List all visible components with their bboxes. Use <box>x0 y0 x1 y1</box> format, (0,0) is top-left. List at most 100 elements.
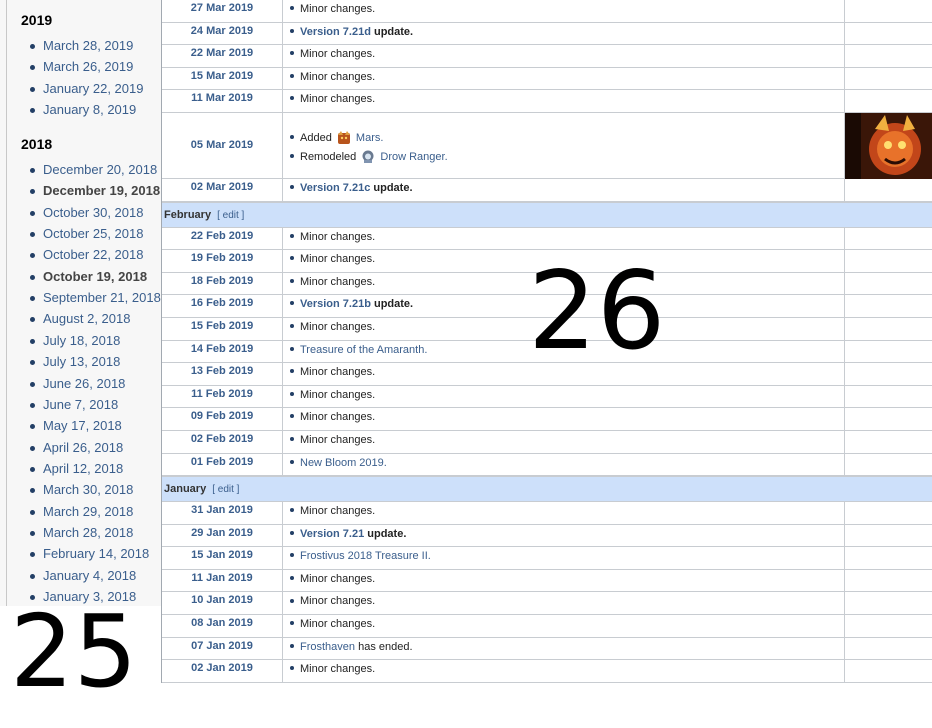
column-divider <box>844 250 845 272</box>
sidebar-date-link[interactable]: January 4, 2018 <box>30 568 136 584</box>
row-date-link[interactable]: 07 Jan 2019 <box>162 640 282 652</box>
row-description: Minor changes. <box>290 276 375 288</box>
row-date-link[interactable]: 08 Jan 2019 <box>162 617 282 629</box>
row-description: Minor changes. <box>290 434 375 446</box>
sidebar-date-link[interactable]: July 13, 2018 <box>30 354 120 370</box>
description-text: update. <box>364 527 407 540</box>
description-link[interactable]: New Bloom 2019. <box>300 457 387 469</box>
description-text: update. <box>370 181 413 194</box>
sidebar-date-link[interactable]: December 19, 2018 <box>30 183 160 199</box>
column-divider <box>282 22 283 45</box>
sidebar-date-link[interactable]: July 18, 2018 <box>30 333 120 349</box>
row-date-link[interactable]: 29 Jan 2019 <box>162 527 282 539</box>
description-link[interactable]: Version 7.21b <box>300 298 371 310</box>
description-link[interactable]: Version 7.21 <box>300 528 364 540</box>
bullet-icon <box>290 598 294 603</box>
row-date-link[interactable]: 09 Feb 2019 <box>162 410 282 422</box>
sidebar-date-link[interactable]: April 12, 2018 <box>30 461 123 477</box>
column-divider <box>844 547 845 569</box>
column-divider <box>844 295 845 317</box>
description-link[interactable]: Mars. <box>353 132 384 144</box>
row-date-link[interactable]: 11 Feb 2019 <box>162 388 282 400</box>
sidebar-date-link[interactable]: January 22, 2019 <box>30 81 143 97</box>
sidebar-date-link[interactable]: March 26, 2019 <box>30 59 133 75</box>
row-date-link[interactable]: 14 Feb 2019 <box>162 343 282 355</box>
month-header: January [ edit ] <box>162 476 932 503</box>
row-date-link[interactable]: 22 Feb 2019 <box>162 230 282 242</box>
bullet-icon <box>290 28 294 33</box>
row-description: Minor changes. <box>290 663 375 675</box>
row-date-link[interactable]: 15 Feb 2019 <box>162 320 282 332</box>
description-link[interactable]: Frostivus 2018 Treasure II. <box>300 550 431 562</box>
sidebar-date-link[interactable]: April 26, 2018 <box>30 440 123 456</box>
bullet-icon <box>290 153 294 158</box>
sidebar-date-link[interactable]: October 30, 2018 <box>30 205 143 221</box>
row-date-link[interactable]: 24 Mar 2019 <box>162 25 282 37</box>
description-text: Minor changes. <box>300 366 376 379</box>
row-date-link[interactable]: 02 Feb 2019 <box>162 433 282 445</box>
description-text: Minor changes. <box>300 275 376 288</box>
edit-section-link[interactable]: [ edit ] <box>217 210 244 221</box>
column-divider <box>844 317 845 340</box>
row-description: Frostivus 2018 Treasure II. <box>290 550 431 562</box>
row-date-link[interactable]: 11 Jan 2019 <box>162 572 282 584</box>
sidebar-date-link[interactable]: March 29, 2018 <box>30 504 133 520</box>
row-description: Minor changes. <box>290 573 375 585</box>
sidebar-date-link[interactable]: October 25, 2018 <box>30 226 143 242</box>
row-date-link[interactable]: 05 Mar 2019 <box>162 139 282 151</box>
row-date-link[interactable]: 15 Jan 2019 <box>162 549 282 561</box>
row-date-link[interactable]: 15 Mar 2019 <box>162 70 282 82</box>
sidebar-date-link[interactable]: March 30, 2018 <box>30 482 133 498</box>
description-link[interactable]: Version 7.21c <box>300 182 370 194</box>
row-date-link[interactable]: 27 Mar 2019 <box>162 2 282 14</box>
column-divider <box>282 0 283 22</box>
description-text: Minor changes. <box>300 93 376 106</box>
description-link[interactable]: Drow Ranger. <box>377 151 447 163</box>
sidebar-date-link[interactable]: June 7, 2018 <box>30 397 118 413</box>
column-divider <box>282 295 283 317</box>
column-divider <box>282 250 283 272</box>
column-divider <box>844 592 845 615</box>
sidebar-date-link[interactable]: March 28, 2018 <box>30 525 133 541</box>
sidebar-date-label: December 19, 2018 <box>43 183 161 199</box>
description-link[interactable]: Treasure of the Amaranth. <box>300 344 427 356</box>
row-date-link[interactable]: 11 Mar 2019 <box>162 92 282 104</box>
bullet-icon <box>290 414 294 419</box>
drow-ranger-icon[interactable] <box>361 150 375 164</box>
row-date-link[interactable]: 16 Feb 2019 <box>162 297 282 309</box>
sidebar-date-link[interactable]: December 20, 2018 <box>30 162 157 178</box>
column-divider <box>282 112 283 178</box>
row-date-link[interactable]: 19 Feb 2019 <box>162 252 282 264</box>
edit-section-link[interactable]: [ edit ] <box>212 484 239 495</box>
changelog-row: 02 Mar 2019 Version 7.21c update. <box>162 178 932 202</box>
description-text: update. <box>370 25 414 38</box>
sidebar-date-link[interactable]: March 28, 2019 <box>30 38 133 54</box>
description-text: Remodeled <box>300 150 360 163</box>
sidebar-date-link[interactable]: January 8, 2019 <box>30 102 136 118</box>
sidebar-date-link[interactable]: February 14, 2018 <box>30 546 149 562</box>
column-divider <box>844 408 845 430</box>
description-link[interactable]: Version 7.21d <box>300 26 371 38</box>
description-link[interactable]: Frosthaven <box>300 641 355 653</box>
row-date-link[interactable]: 18 Feb 2019 <box>162 275 282 287</box>
sidebar-date-label: January 22, 2019 <box>43 80 144 96</box>
bullet-icon <box>290 185 294 190</box>
sidebar-date-link[interactable]: October 19, 2018 <box>30 269 147 285</box>
sidebar-date-link[interactable]: May 17, 2018 <box>30 418 122 434</box>
column-divider <box>282 408 283 430</box>
row-date-link[interactable]: 22 Mar 2019 <box>162 47 282 59</box>
sidebar-date-label: April 12, 2018 <box>43 460 124 476</box>
column-divider <box>282 502 283 524</box>
sidebar-date-link[interactable]: August 2, 2018 <box>30 311 130 327</box>
row-date-link[interactable]: 31 Jan 2019 <box>162 504 282 516</box>
sidebar-date-link[interactable]: June 26, 2018 <box>30 376 125 392</box>
sidebar-date-link[interactable]: October 22, 2018 <box>30 247 143 263</box>
row-date-link[interactable]: 10 Jan 2019 <box>162 594 282 606</box>
row-date-link[interactable]: 13 Feb 2019 <box>162 365 282 377</box>
sidebar-date-link[interactable]: September 21, 2018 <box>30 290 161 306</box>
row-date-link[interactable]: 01 Feb 2019 <box>162 456 282 468</box>
column-divider <box>844 178 845 201</box>
row-date-link[interactable]: 02 Mar 2019 <box>162 181 282 193</box>
row-date-link[interactable]: 02 Jan 2019 <box>162 662 282 674</box>
mars-icon[interactable] <box>337 130 351 145</box>
